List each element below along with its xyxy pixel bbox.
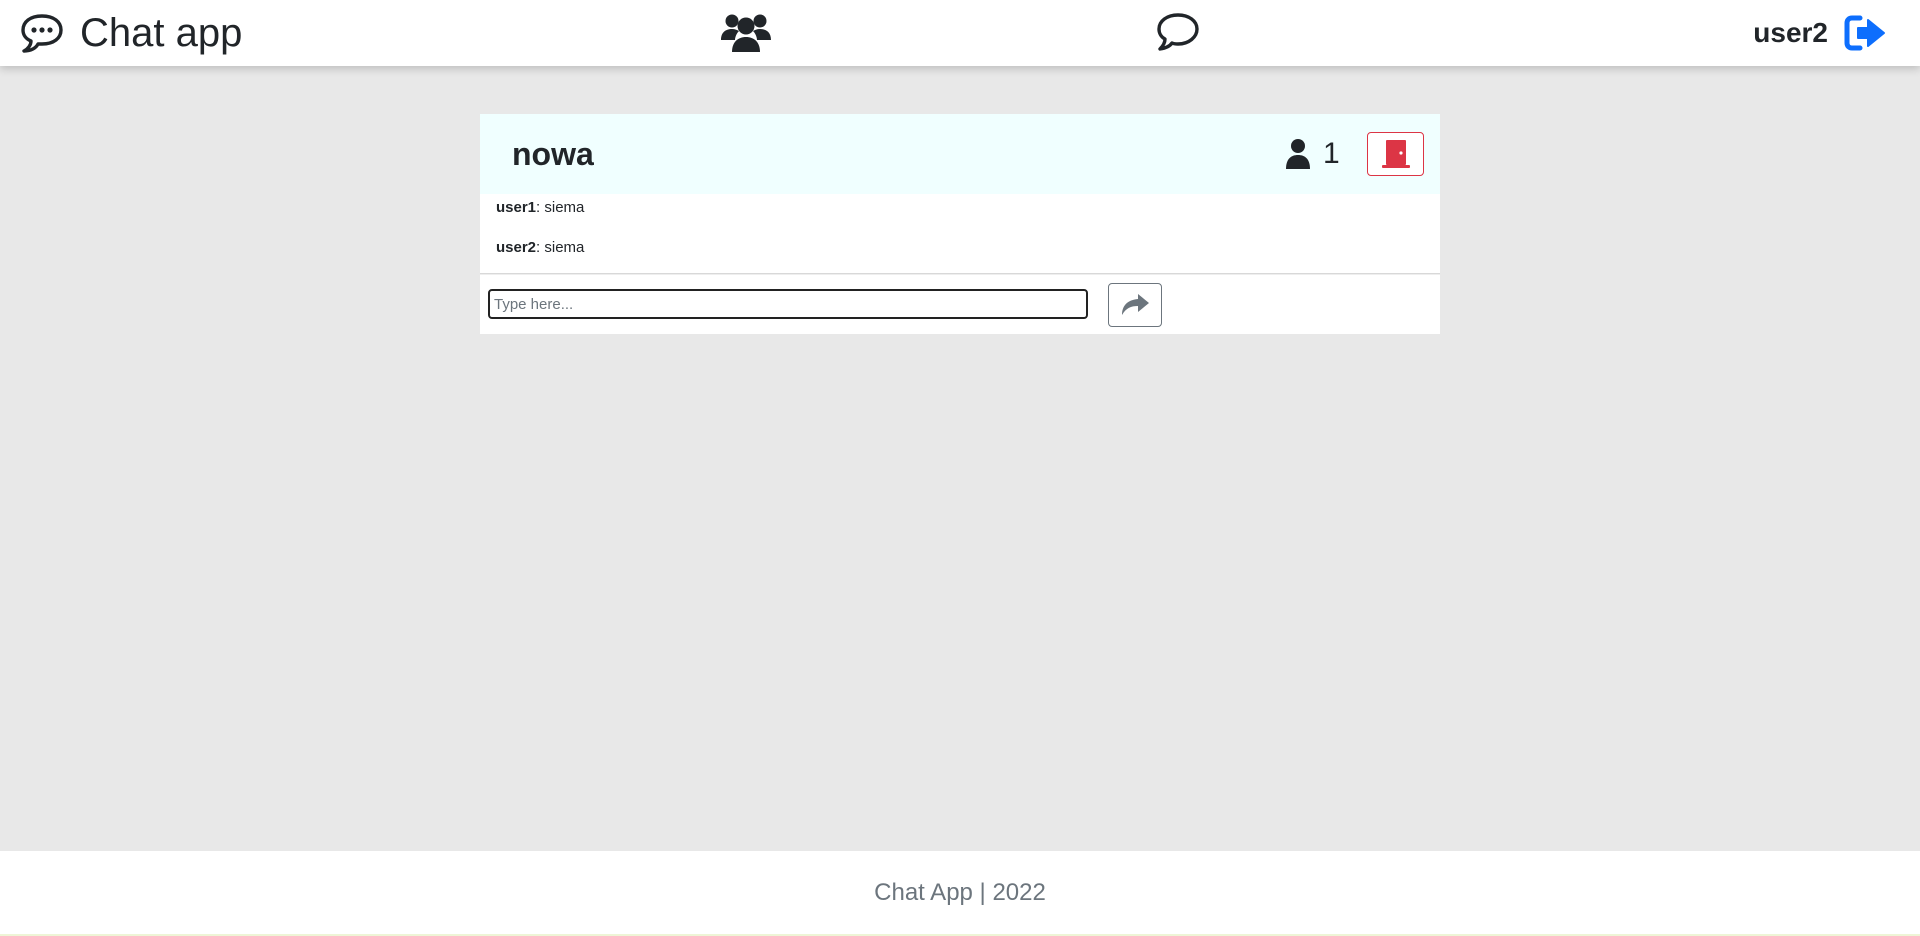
- logout-icon[interactable]: [1844, 14, 1888, 52]
- door-icon: [1381, 140, 1410, 168]
- message-text: siema: [544, 239, 585, 256]
- chat-bubble-dots-icon: [21, 14, 63, 53]
- share-arrow-icon: [1122, 294, 1149, 315]
- member-count-value: 1: [1323, 137, 1340, 170]
- message-item: user2: siema: [496, 238, 1424, 278]
- chat-room-header: nowa 1: [480, 114, 1440, 194]
- message-composer: [480, 274, 1440, 334]
- users-icon[interactable]: [718, 10, 774, 54]
- leave-room-button[interactable]: [1367, 132, 1424, 176]
- message-input[interactable]: [488, 289, 1088, 319]
- footer-text: Chat App | 2022: [874, 878, 1046, 906]
- user-icon: [1286, 139, 1310, 169]
- message-text: siema: [544, 199, 585, 216]
- message-item: user1: siema: [496, 198, 1424, 238]
- message-author: user1: [496, 199, 537, 216]
- message-list: user1: siema user2: siema: [480, 194, 1440, 274]
- current-user: user2: [1753, 12, 1888, 54]
- username-label: user2: [1753, 17, 1828, 48]
- chat-bubble-icon[interactable]: [1155, 11, 1201, 53]
- brand[interactable]: Chat app: [18, 10, 242, 56]
- member-count: 1: [1285, 136, 1340, 172]
- room-title: nowa: [512, 136, 594, 172]
- send-button[interactable]: [1108, 283, 1162, 327]
- footer: Chat App | 2022: [0, 851, 1920, 934]
- top-navbar: Chat app user2: [0, 0, 1920, 66]
- chat-room-panel: nowa 1 user1: siema user2: siema: [480, 114, 1440, 334]
- brand-title: Chat app: [80, 11, 243, 55]
- message-author: user2: [496, 239, 537, 256]
